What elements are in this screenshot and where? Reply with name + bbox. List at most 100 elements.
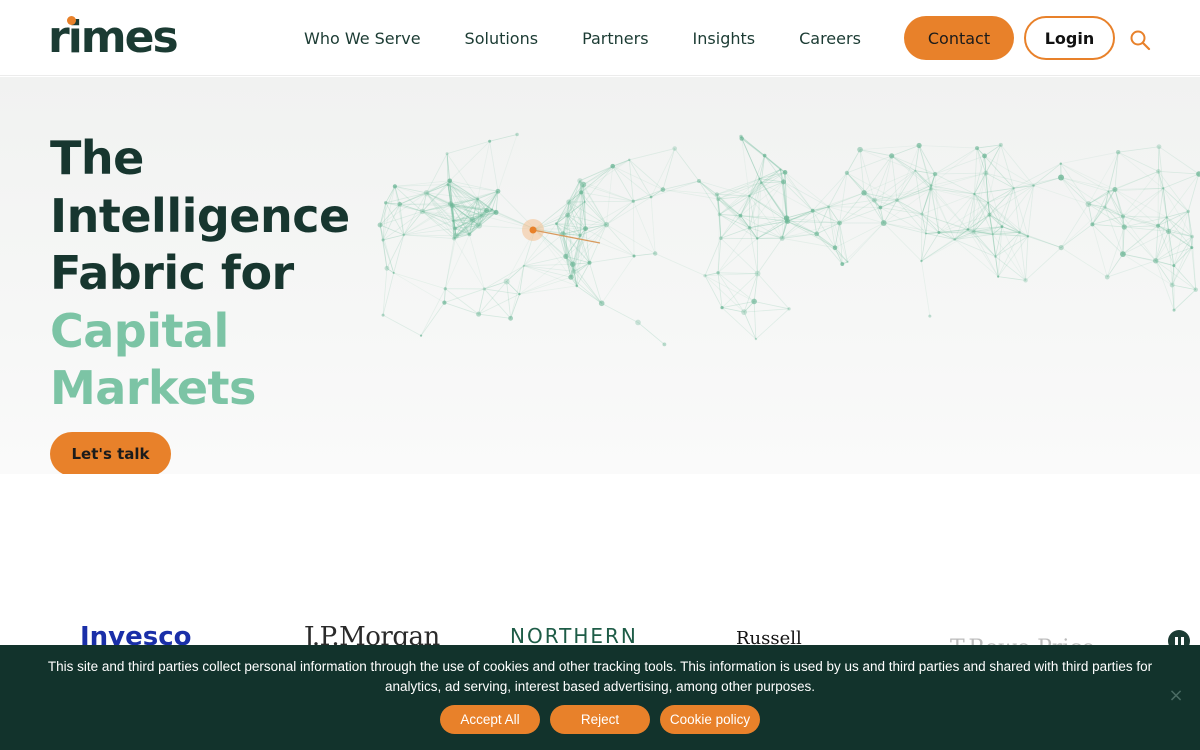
network-link bbox=[1033, 185, 1089, 205]
network-link bbox=[1107, 260, 1156, 278]
network-node bbox=[784, 218, 791, 225]
cookie-policy-button[interactable]: Cookie policy bbox=[660, 705, 760, 734]
network-link bbox=[1092, 223, 1125, 228]
network-node bbox=[1121, 224, 1127, 230]
network-node bbox=[515, 132, 519, 137]
network-node bbox=[587, 260, 592, 265]
network-link bbox=[1104, 207, 1124, 255]
rimes-logo[interactable]: rimes bbox=[48, 14, 188, 62]
hero-title: The Intelligence Fabric for Capital Mark… bbox=[50, 130, 350, 418]
network-node bbox=[443, 287, 447, 291]
network-node bbox=[583, 226, 588, 231]
network-node bbox=[1156, 223, 1161, 228]
network-node bbox=[928, 314, 932, 318]
network-node bbox=[782, 170, 788, 175]
network-node bbox=[844, 170, 850, 175]
network-node bbox=[1186, 209, 1190, 214]
network-node bbox=[929, 184, 933, 187]
network-node bbox=[1107, 190, 1110, 193]
nav-item-partners[interactable]: Partners bbox=[582, 29, 648, 48]
network-node bbox=[741, 309, 747, 315]
network-link bbox=[601, 255, 635, 304]
network-node bbox=[479, 213, 484, 218]
network-node bbox=[649, 195, 653, 199]
accept-all-button[interactable]: Accept All bbox=[440, 705, 540, 734]
network-node bbox=[880, 220, 887, 226]
network-node bbox=[889, 153, 895, 159]
network-node bbox=[758, 177, 761, 180]
contact-button[interactable]: Contact bbox=[904, 16, 1014, 60]
network-node bbox=[603, 221, 610, 228]
network-node bbox=[490, 208, 494, 211]
search-icon[interactable] bbox=[1128, 28, 1152, 52]
network-node bbox=[703, 273, 707, 278]
nav-item-insights[interactable]: Insights bbox=[693, 29, 756, 48]
network-node bbox=[452, 219, 455, 223]
network-node bbox=[1120, 251, 1126, 257]
network-link bbox=[579, 165, 613, 182]
network-link bbox=[1155, 260, 1196, 290]
network-node bbox=[754, 337, 758, 341]
network-link bbox=[1158, 146, 1200, 175]
network-node bbox=[1115, 149, 1121, 155]
nav-item-who-we-serve[interactable]: Who We Serve bbox=[304, 29, 421, 48]
network-node bbox=[714, 192, 719, 197]
network-node bbox=[779, 235, 785, 241]
network-node bbox=[1018, 230, 1022, 234]
network-link bbox=[1106, 253, 1124, 278]
network-link bbox=[393, 272, 445, 303]
network-node bbox=[445, 152, 449, 156]
network-node bbox=[1193, 287, 1198, 292]
network-node bbox=[1058, 174, 1065, 181]
network-link bbox=[761, 181, 784, 184]
network-link bbox=[753, 301, 757, 340]
network-node bbox=[953, 238, 956, 241]
network-link bbox=[606, 200, 634, 225]
network-node bbox=[384, 201, 388, 205]
network-node bbox=[1172, 264, 1176, 268]
login-button[interactable]: Login bbox=[1024, 16, 1115, 60]
hero-section: The Intelligence Fabric for Capital Mark… bbox=[0, 77, 1200, 474]
network-link bbox=[585, 228, 635, 257]
network-link bbox=[1019, 185, 1034, 233]
network-node bbox=[635, 319, 641, 326]
network-node bbox=[628, 158, 631, 162]
network-link bbox=[386, 234, 405, 269]
network-node bbox=[982, 153, 987, 159]
network-link bbox=[393, 272, 446, 290]
reject-button[interactable]: Reject bbox=[550, 705, 650, 734]
network-node bbox=[696, 179, 701, 184]
network-node bbox=[452, 232, 459, 239]
nav-item-solutions[interactable]: Solutions bbox=[465, 29, 539, 48]
network-node bbox=[738, 213, 743, 218]
network-node bbox=[392, 184, 397, 189]
network-link bbox=[382, 314, 422, 336]
network-link bbox=[655, 253, 706, 277]
network-node bbox=[575, 284, 579, 288]
network-link bbox=[446, 153, 479, 200]
network-node bbox=[987, 212, 992, 217]
network-node bbox=[983, 170, 989, 176]
network-link bbox=[935, 172, 986, 175]
close-icon[interactable]: × bbox=[1167, 687, 1185, 705]
network-node bbox=[377, 222, 383, 228]
network-node bbox=[447, 178, 453, 184]
network-link bbox=[589, 262, 603, 304]
network-node bbox=[518, 292, 521, 296]
lets-talk-button[interactable]: Let's talk bbox=[50, 432, 171, 474]
network-node bbox=[1169, 282, 1175, 288]
network-link bbox=[506, 265, 525, 282]
network-link bbox=[919, 145, 978, 149]
network-link bbox=[828, 206, 881, 208]
network-link bbox=[444, 288, 485, 303]
network-node bbox=[846, 260, 849, 263]
network-link bbox=[757, 238, 783, 274]
network-link bbox=[973, 231, 999, 277]
nav-item-careers[interactable]: Careers bbox=[799, 29, 861, 48]
network-node bbox=[720, 306, 724, 310]
network-link bbox=[880, 170, 916, 208]
network-node bbox=[759, 181, 763, 185]
network-link bbox=[974, 193, 1020, 233]
network-node bbox=[779, 168, 782, 171]
network-node bbox=[1165, 228, 1172, 234]
